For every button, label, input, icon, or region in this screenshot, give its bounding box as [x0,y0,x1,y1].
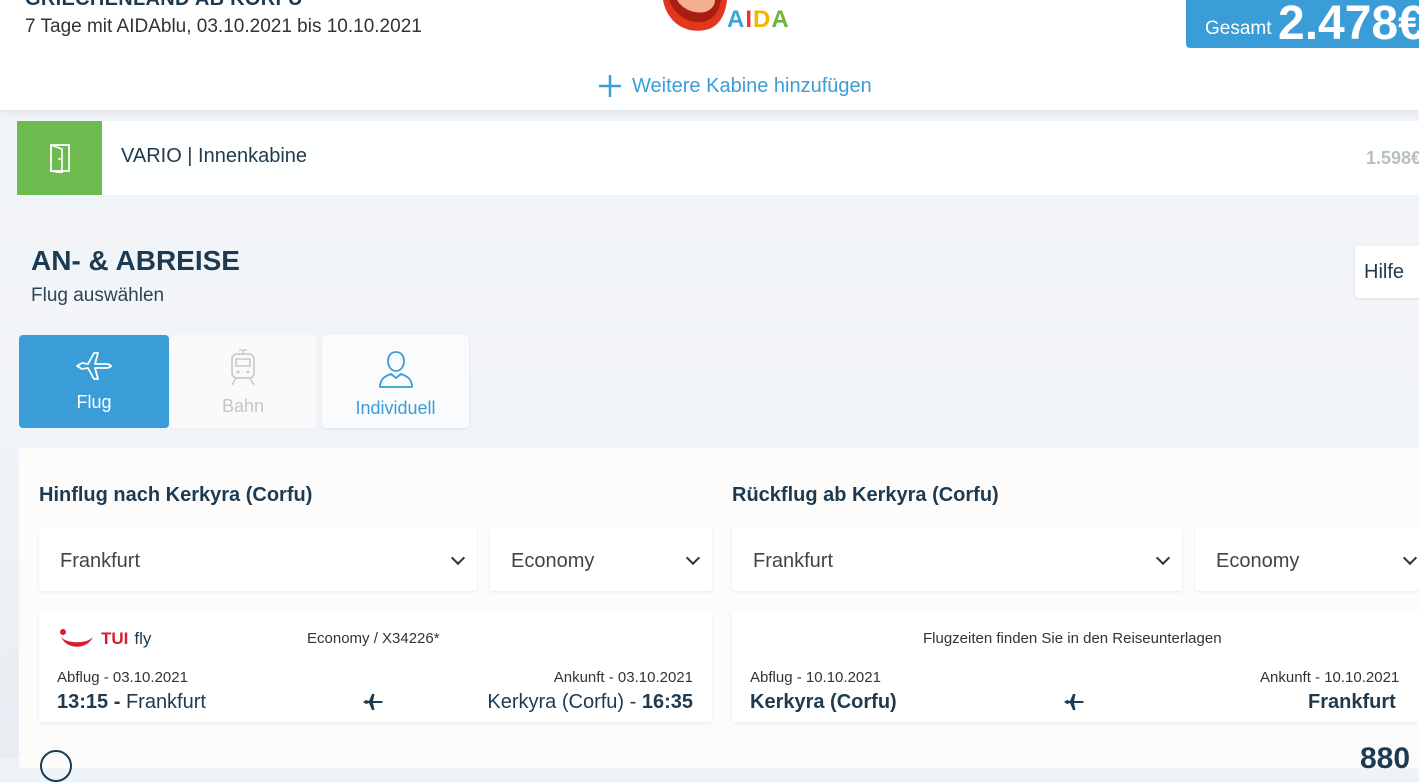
logo-letter: A [771,6,790,33]
section-subtitle: Flug auswählen [31,285,165,306]
plus-icon [599,75,621,97]
add-cabin-button[interactable]: Weitere Kabine hinzufügen [598,74,872,98]
depart-label: Abflug - 10.10.2021 [750,669,881,686]
return-airport-select[interactable]: Frankfurt [732,527,1182,591]
section-title: AN- & ABREISE [31,245,240,276]
outbound-class-select[interactable]: Economy [490,527,712,591]
outbound-class-value: Economy [511,550,595,572]
depart-city: Frankfurt [125,691,206,713]
logo-letter: D [753,6,772,33]
arrive-label: Ankunft - 03.10.2021 [553,669,693,686]
aida-logo-text: AIDA [727,6,790,34]
tab-bahn[interactable]: Bahn [170,335,316,428]
tab-flug[interactable]: Flug [19,335,169,428]
tui-fly-text: fly [134,629,152,648]
cabin-label: VARIO | Innenkabine [121,145,308,167]
plane-icon [76,352,112,380]
trip-title: GRIECHENLAND AB KORFU [25,0,303,11]
option-price: 880 [1360,742,1411,775]
tab-label: Bahn [221,396,265,416]
tab-label: Individuell [355,398,436,418]
cabin-icon-box [17,121,102,195]
train-icon [231,349,255,386]
person-icon [378,351,413,388]
booking-info: Economy / X34226* [307,630,440,647]
plane-icon [1064,694,1084,710]
help-button[interactable]: Hilfe [1355,246,1419,298]
logo-letter: I [745,6,754,33]
door-icon [49,143,70,173]
return-title: Rückflug ab Kerkyra (Corfu) [732,484,999,506]
plane-icon [363,694,383,710]
arrive-label: Ankunft - 10.10.2021 [1260,669,1400,686]
return-info: Flugzeiten finden Sie in den Reiseunterl… [923,630,1222,647]
total-value: 2.478€ [1278,0,1419,50]
outbound-airport-select[interactable]: Frankfurt [39,527,477,591]
return-flight-card[interactable]: Flugzeiten finden Sie in den Reiseunterl… [732,611,1419,722]
outbound-flight-card[interactable]: TUI fly Economy / X34226* Abflug - 03.10… [39,611,712,722]
depart-city: Kerkyra (Corfu) [750,691,897,713]
cabin-price: 1.598€ [1366,148,1419,168]
return-airport-value: Frankfurt [753,550,834,572]
depart-info: 13:15 - Frankfurt [57,691,206,714]
cabin-row[interactable]: VARIO | Innenkabine 1.598€ [17,121,1419,195]
chevron-down-icon [1402,550,1418,566]
outbound-airport-value: Frankfurt [60,550,141,572]
chevron-down-icon [1155,550,1171,566]
chevron-down-icon [685,550,701,566]
arrive-city: Kerkyra (Corfu) - [487,691,637,713]
total-label: Gesamt [1205,18,1272,39]
trip-subtitle: 7 Tage mit AIDAblu, 03.10.2021 bis 10.10… [25,16,422,37]
tab-individuell[interactable]: Individuell [322,335,469,428]
arrive-city: Frankfurt [1308,691,1396,713]
return-class-value: Economy [1216,550,1300,572]
logo-letter: A [727,6,746,33]
chevron-down-icon [450,550,466,566]
radio-icon[interactable] [40,750,72,782]
arrive-time: 16:35 [641,691,693,713]
total-price-box[interactable]: Gesamt 2.478€ [1186,0,1419,50]
depart-label: Abflug - 03.10.2021 [57,669,188,686]
tui-fly-logo: TUI fly [59,628,151,650]
depart-time: 13:15 - [57,691,121,713]
outbound-title: Hinflug nach Kerkyra (Corfu) [39,484,313,506]
tab-label: Flug [76,392,112,412]
arrive-info: Kerkyra (Corfu) - 16:35 [487,691,693,714]
tui-smile-icon [60,629,93,647]
add-cabin-label: Weitere Kabine hinzufügen [632,74,872,97]
tui-brand: TUI [101,629,129,648]
return-class-select[interactable]: Economy [1195,527,1419,591]
header: GRIECHENLAND AB KORFU 7 Tage mit AIDAblu… [0,0,1419,110]
